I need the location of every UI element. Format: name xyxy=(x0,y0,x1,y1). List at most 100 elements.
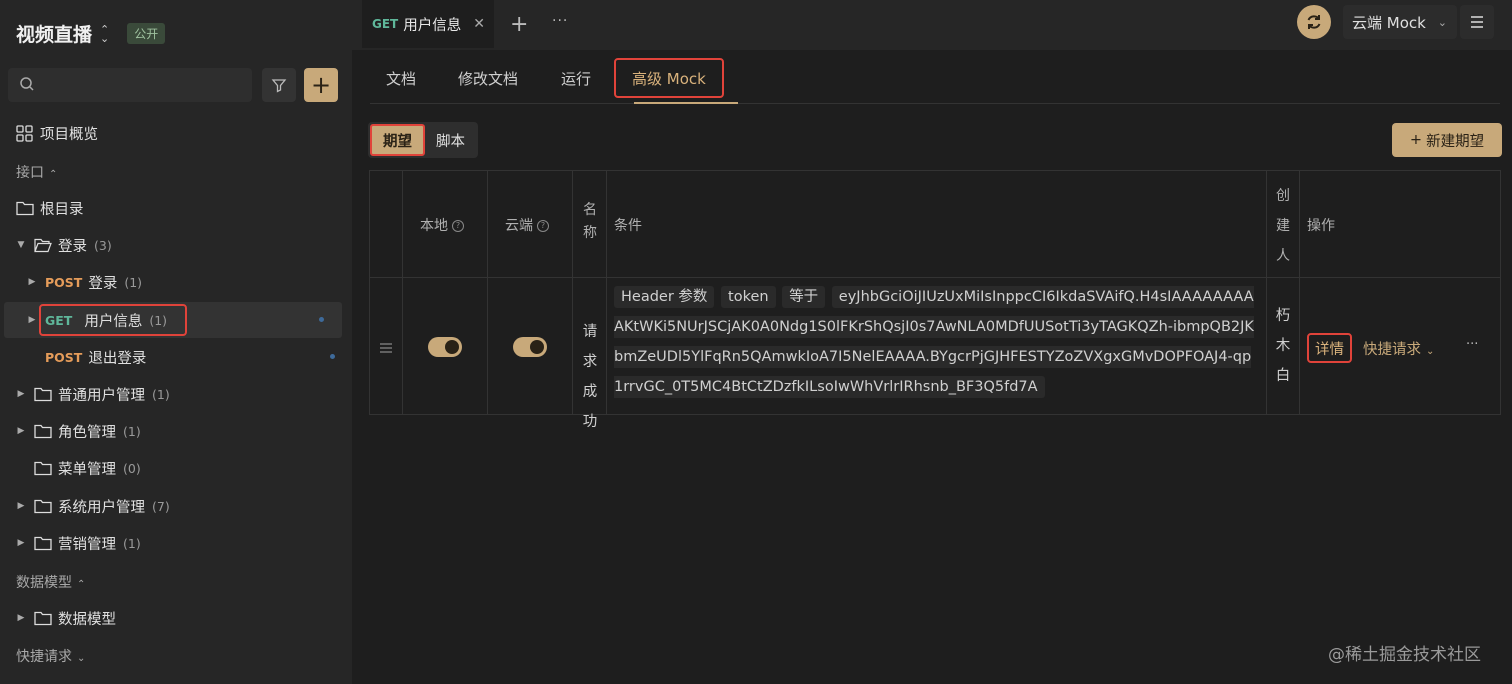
tab-bar: GET 用户信息 ✕ + ··· 云端 Mock ⌄ xyxy=(352,0,1512,50)
folder-icon xyxy=(34,536,52,551)
menu-button[interactable] xyxy=(1460,5,1494,39)
project-header[interactable]: 视频直播 ⌃ ⌄ 公开 xyxy=(16,20,166,47)
sidebar-folder-normal-users[interactable]: ▶ 普通用户管理 (1) xyxy=(16,376,368,412)
header-name: 名称 xyxy=(583,202,597,241)
header-label: 云端 xyxy=(505,218,533,234)
caret-right-icon: ▶ xyxy=(17,613,25,623)
caret-right-icon: ▶ xyxy=(17,538,25,548)
quick-request-button[interactable]: 快捷请求 ⌄ xyxy=(1363,338,1434,359)
new-expectation-button[interactable]: + 新建期望 xyxy=(1392,123,1502,157)
folder-label: 角色管理 xyxy=(58,424,116,441)
api-label: 登录 xyxy=(88,275,118,292)
tab-advanced-mock[interactable]: 高级 Mock xyxy=(614,58,724,98)
search-input[interactable] xyxy=(46,68,246,102)
more-actions-icon[interactable]: ··· xyxy=(1466,337,1478,352)
section-data-models[interactable]: 数据模型 ⌃ xyxy=(16,572,85,592)
sidebar-item-overview[interactable]: 项目概览 xyxy=(16,115,368,151)
folder-label: 登录 xyxy=(58,238,87,255)
sidebar-folder-system-users[interactable]: ▶ 系统用户管理 (7) xyxy=(16,488,368,524)
folder-label: 系统用户管理 xyxy=(58,499,145,516)
sync-button[interactable] xyxy=(1297,5,1331,39)
quick-label: 快捷请求 xyxy=(1363,342,1421,358)
caret-right-icon: ▶ xyxy=(28,277,36,287)
close-icon[interactable]: ✕ xyxy=(473,16,485,32)
tab-method: GET xyxy=(372,17,399,31)
grid-icon xyxy=(16,124,33,142)
folder-count: (0) xyxy=(123,460,141,476)
api-count: (1) xyxy=(149,312,168,328)
search-box[interactable] xyxy=(8,68,252,102)
sidebar-folder-marketing[interactable]: ▶ 营销管理 (1) xyxy=(16,525,368,561)
segment-script[interactable]: 脚本 xyxy=(425,124,476,156)
tab-label: 高级 Mock xyxy=(632,69,706,88)
sidebar-folder-data-models[interactable]: ▶ 数据模型 xyxy=(16,600,368,636)
help-icon[interactable]: ? xyxy=(537,220,549,232)
tab-docs[interactable]: 文档 xyxy=(386,68,416,89)
header-cloud: 云端? xyxy=(505,215,549,235)
sidebar-item-post-login[interactable]: ▶ POST 登录 (1) xyxy=(27,264,379,300)
status-dot xyxy=(319,317,324,322)
environment-label: 云端 Mock xyxy=(1352,13,1426,32)
sub-tabs: 文档 修改文档 运行 高级 Mock xyxy=(370,58,1500,104)
switch-project-icon[interactable]: ⌃ ⌄ xyxy=(100,24,109,44)
folder-icon xyxy=(16,201,34,216)
more-tabs-icon[interactable]: ··· xyxy=(552,13,568,29)
api-label: 用户信息 xyxy=(84,313,143,330)
folder-count: (3) xyxy=(94,237,112,253)
search-icon xyxy=(20,77,34,91)
section-interfaces[interactable]: 接口 ⌃ xyxy=(16,162,57,182)
sidebar-folder-menus[interactable]: 菜单管理 (0) xyxy=(34,450,386,486)
header-ops: 操作 xyxy=(1307,218,1335,234)
drag-handle-icon[interactable] xyxy=(380,343,392,353)
condition-cell: Header 参数 token 等于 eyJhbGciOiJIUzUxMiIsI… xyxy=(614,282,1260,402)
help-icon[interactable]: ? xyxy=(452,220,464,232)
sidebar-folder-login[interactable]: ▼ 登录 (3) xyxy=(16,227,368,263)
watermark: @稀土掘金技术社区 xyxy=(1328,645,1481,665)
caret-right-icon: ▶ xyxy=(28,315,36,325)
local-toggle[interactable] xyxy=(428,337,462,357)
sidebar-item-get-user-info[interactable]: ▶ GET 用户信息 (1) xyxy=(4,302,342,338)
sidebar-item-post-logout[interactable]: POST 退出登录 xyxy=(45,339,397,375)
caret-right-icon: ▶ xyxy=(17,389,25,399)
tab-edit-docs[interactable]: 修改文档 xyxy=(458,68,518,89)
filter-icon xyxy=(271,79,287,93)
folder-icon xyxy=(34,499,52,514)
detail-button[interactable]: 详情 xyxy=(1307,333,1352,363)
sidebar-item-label: 根目录 xyxy=(40,201,84,218)
segment-label: 脚本 xyxy=(436,133,465,150)
detail-label: 详情 xyxy=(1315,341,1344,358)
caret-right-icon: ▶ xyxy=(17,501,25,511)
active-tab-underline xyxy=(634,102,738,104)
expectation-name: 请求成功 xyxy=(582,324,598,430)
chevron-up-icon: ⌃ xyxy=(49,169,58,180)
caret-down-icon: ▼ xyxy=(17,240,25,250)
condition-param-type: Header 参数 xyxy=(614,286,715,308)
sidebar-folder-roles[interactable]: ▶ 角色管理 (1) xyxy=(16,413,368,449)
environment-select[interactable]: 云端 Mock ⌄ xyxy=(1343,5,1457,39)
refresh-icon xyxy=(1307,15,1321,29)
add-button[interactable]: + xyxy=(304,68,338,102)
section-quick-requests[interactable]: 快捷请求 ⌄ xyxy=(16,646,85,666)
filter-button[interactable] xyxy=(262,68,296,102)
folder-icon xyxy=(34,461,52,476)
expectation-table: 本地? 云端? 名称 条件 创建人 操作 请求成功 Header 参数 toke… xyxy=(369,170,1501,430)
plus-icon: + xyxy=(310,71,332,99)
api-label: 退出登录 xyxy=(88,350,147,367)
cloud-toggle[interactable] xyxy=(513,337,547,357)
folder-count: (1) xyxy=(123,535,141,551)
header-creator: 创建人 xyxy=(1276,188,1290,264)
method-badge: POST xyxy=(45,349,83,365)
segment-expectation[interactable]: 期望 xyxy=(370,124,425,156)
new-tab-plus-icon[interactable]: + xyxy=(510,12,528,37)
chevron-down-icon: ⌄ xyxy=(77,653,86,664)
tab-user-info[interactable]: GET 用户信息 ✕ xyxy=(362,0,494,48)
section-label: 快捷请求 xyxy=(16,649,72,665)
chevron-down-icon: ⌄ xyxy=(1437,15,1447,29)
sidebar-item-root[interactable]: 根目录 xyxy=(16,190,368,226)
mode-segment: 期望 脚本 xyxy=(368,122,478,158)
method-badge: GET xyxy=(45,312,73,328)
folder-label: 数据模型 xyxy=(58,611,116,628)
tab-title: 用户信息 xyxy=(403,17,462,34)
visibility-badge: 公开 xyxy=(127,23,166,44)
tab-run[interactable]: 运行 xyxy=(561,68,591,89)
